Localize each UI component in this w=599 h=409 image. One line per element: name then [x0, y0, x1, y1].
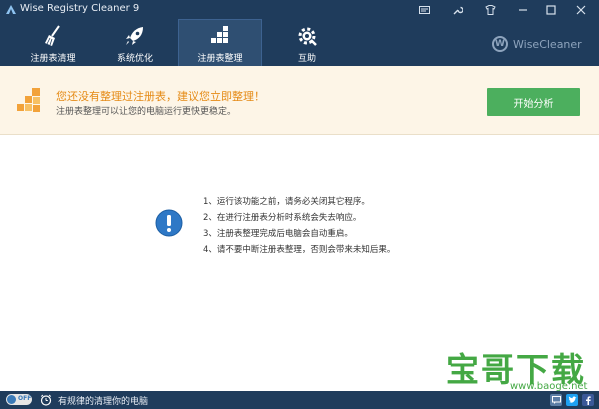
tab-label: 互助: [297, 54, 316, 64]
tools-button[interactable]: [443, 0, 471, 20]
close-button[interactable]: [567, 0, 595, 20]
tab-label: 系统优化: [116, 54, 153, 64]
gear-wrench-icon: [298, 27, 317, 46]
note-item: 2、在进行注册表分析时系统会失去响应。: [203, 213, 362, 223]
tab-registry-cleaner[interactable]: 注册表清理: [12, 20, 94, 66]
twitter-button[interactable]: [566, 394, 578, 406]
tab-label: 注册表清理: [30, 54, 76, 64]
tab-registry-defrag[interactable]: 注册表整理: [178, 19, 262, 67]
tab-label: 注册表整理: [197, 54, 243, 64]
twitter-icon: [568, 396, 576, 403]
facebook-button[interactable]: [582, 394, 594, 406]
close-icon: [576, 5, 586, 15]
minimize-button[interactable]: [509, 0, 537, 20]
feedback-button[interactable]: [410, 0, 438, 20]
defrag-blocks-icon: [17, 88, 40, 112]
facebook-icon: [586, 395, 591, 405]
tab-system-optimize[interactable]: 系统优化: [94, 20, 176, 66]
brand-name: WiseCleaner: [513, 37, 582, 51]
tab-help[interactable]: 互助: [266, 20, 348, 66]
defrag-icon: [211, 26, 228, 43]
brand-logo: W WiseCleaner: [492, 35, 582, 53]
shirt-icon: [484, 5, 496, 15]
skin-button[interactable]: [476, 0, 504, 20]
auto-clean-toggle[interactable]: OFF: [6, 394, 32, 405]
message-icon: [551, 396, 561, 404]
toggle-label: OFF: [18, 395, 32, 402]
message-icon: [418, 5, 430, 14]
status-bar: OFF 有规律的清理你的电脑: [0, 391, 599, 409]
app-logo-icon: [6, 5, 16, 14]
toggle-knob: [7, 395, 16, 404]
rocket-icon: [126, 27, 143, 45]
banner-headline: 您还没有整理过注册表，建议您立即整理！: [56, 90, 265, 103]
banner-subline: 注册表整理可以让您的电脑运行更快更稳定。: [56, 107, 237, 117]
broom-icon: [45, 25, 60, 46]
window-title: Wise Registry Cleaner 9: [20, 3, 140, 14]
alarm-clock-icon: [40, 394, 52, 406]
main-toolbar: 注册表清理 系统优化 注册表整理 互助 W WiseCleaner: [0, 19, 599, 67]
note-item: 3、注册表整理完成后电脑会自动重启。: [203, 229, 353, 239]
brand-mark: W: [492, 36, 508, 52]
minimize-icon: [519, 9, 527, 11]
maximize-icon: [546, 5, 556, 15]
maximize-button[interactable]: [537, 0, 565, 20]
note-item: 1、运行该功能之前，请务必关闭其它程序。: [203, 197, 370, 207]
note-item: 4、请不要中断注册表整理，否则会带来未知后果。: [203, 245, 396, 255]
share-button[interactable]: [550, 394, 562, 406]
notes-list: 1、运行该功能之前，请务必关闭其它程序。 2、在进行注册表分析时系统会失去响应。…: [203, 194, 395, 258]
schedule-text[interactable]: 有规律的清理你的电脑: [58, 394, 148, 407]
wrench-icon: [453, 6, 463, 14]
info-icon: [155, 209, 183, 237]
start-analysis-button[interactable]: 开始分析: [487, 88, 580, 116]
title-bar: Wise Registry Cleaner 9: [0, 0, 599, 20]
